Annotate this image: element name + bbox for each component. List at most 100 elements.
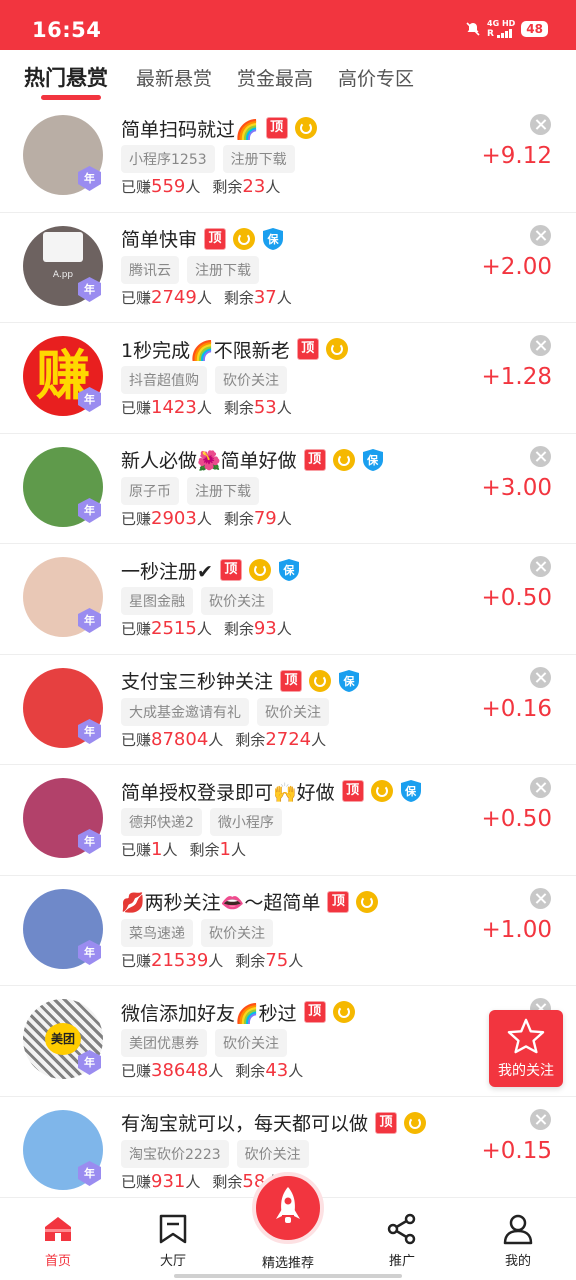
task-tag: 砍价关注 (236, 1139, 309, 1168)
dismiss-close-icon[interactable] (530, 224, 551, 246)
year-badge-icon: 年 (76, 497, 103, 524)
dismiss-close-icon[interactable] (530, 887, 551, 909)
share-icon (387, 1213, 416, 1245)
remaining-unit: 人 (276, 288, 292, 307)
task-tag: 注册下载 (187, 255, 259, 284)
remaining-count: 93 (253, 618, 277, 639)
task-stats: 已赚2515人 剩余93人 (121, 618, 292, 639)
task-title: 简单快审 (121, 229, 198, 251)
dismiss-close-icon[interactable] (530, 556, 551, 577)
task-tags: 原子币 注册下载 (121, 476, 259, 505)
earned-prefix: 已赚 (121, 951, 152, 970)
task-title-line: 1秒完成🌈不限新老顶 (121, 335, 348, 363)
active-tab-indicator (41, 95, 101, 100)
my-follow-button[interactable]: 我的关注 (489, 1010, 563, 1087)
earned-unit: 人 (185, 1172, 201, 1191)
remaining-prefix: 剩余 (235, 951, 266, 970)
roaming-label: R (487, 29, 494, 39)
task-tags: 德邦快递2 微小程序 (121, 808, 282, 836)
task-row[interactable]: 年简单授权登录即可🙌好做顶保德邦快递2 微小程序 已赚1人 剩余1人 +0.50 (0, 765, 576, 876)
tabbar-promote-label: 推广 (388, 1254, 415, 1269)
tabbar-mine[interactable]: 我的 (478, 1212, 558, 1269)
earned-unit: 人 (196, 288, 212, 307)
remaining-count: 79 (253, 507, 277, 529)
coin-icon (248, 559, 271, 581)
task-tag: 淘宝砍价2223 (121, 1139, 229, 1168)
dismiss-close-icon[interactable] (530, 777, 551, 798)
tabbar-hall[interactable]: 大厅 (133, 1212, 213, 1269)
task-row[interactable]: 年新人必做🌺简单好做顶保原子币 注册下载 已赚2903人 剩余79人 +3.00 (0, 434, 576, 544)
task-tag: 美团优惠券 (121, 1029, 207, 1057)
earned-prefix: 已赚 (121, 178, 152, 196)
task-tags: 淘宝砍价2223 砍价关注 (121, 1139, 309, 1168)
guarantee-shield-icon: 保 (362, 448, 384, 472)
task-tags: 美团优惠券 砍价关注 (121, 1029, 287, 1057)
tab-high-price-zone[interactable]: 高价专区 (338, 64, 414, 91)
guarantee-badge-label: 保 (405, 785, 417, 798)
tab-highest-rewards[interactable]: 赏金最高 (237, 64, 313, 91)
signal-icon (496, 28, 512, 38)
earned-unit: 人 (185, 178, 201, 196)
year-badge-label: 年 (84, 282, 95, 296)
task-tag: 砍价关注 (201, 918, 273, 947)
task-title: 💋两秒关注👄～超简单 (121, 892, 321, 914)
remaining-count: 1 (219, 839, 231, 860)
task-title: 简单授权登录即可🙌好做 (121, 781, 335, 804)
reward-amount: +0.50 (481, 806, 552, 832)
earned-count: 2749 (151, 286, 197, 308)
featured-recommend-label: 精选推荐 (261, 1256, 314, 1271)
dismiss-close-icon[interactable] (530, 335, 551, 356)
task-title: 有淘宝就可以，每天都可以做 (121, 1113, 369, 1135)
user-icon (503, 1214, 533, 1245)
year-badge-label: 年 (84, 614, 95, 627)
year-badge-icon: 年 (76, 1160, 103, 1187)
guarantee-badge-label: 保 (343, 674, 355, 688)
tab-hot-rewards[interactable]: 热门悬赏 (24, 62, 108, 92)
dismiss-close-icon[interactable] (530, 1108, 551, 1130)
task-tag: 原子币 (121, 476, 179, 505)
reward-amount: +1.00 (481, 916, 552, 943)
earned-prefix: 已赚 (121, 1062, 152, 1080)
dismiss-close-icon[interactable] (530, 114, 551, 135)
task-row[interactable]: 赚年 1秒完成🌈不限新老顶抖音超值购 砍价关注 已赚1423人 剩余53人 +1.28 (0, 323, 576, 434)
task-row[interactable]: 年 💋两秒关注👄～超简单顶菜鸟速递 砍价关注 已赚21539人 剩余75人 +1.00 (0, 876, 576, 986)
coin-icon (370, 780, 393, 802)
task-row[interactable]: 年一秒注册✔ 顶保星图金融 砍价关注 已赚2515人 剩余93人 +0.50 (0, 544, 576, 655)
featured-recommend-button[interactable] (252, 1172, 324, 1244)
remaining-count: 75 (265, 949, 289, 971)
task-stats: 已赚21539人 剩余75人 (121, 950, 303, 971)
task-row[interactable]: A.pp 年简单快审顶保腾讯云 注册下载 已赚2749人 剩余37人 +2.00 (0, 213, 576, 323)
task-row[interactable]: 年支付宝三秒钟关注顶保大成基金邀请有礼 砍价关注 已赚87804人 剩余2724人 +0… (0, 655, 576, 765)
rocket-icon (276, 1187, 300, 1223)
task-stats: 已赚2749人 剩余37人 (121, 287, 292, 308)
task-title: 一秒注册✔ (121, 560, 213, 583)
reward-amount: +3.00 (481, 474, 552, 501)
task-tag: 星图金融 (121, 587, 193, 615)
earned-count: 87804 (151, 728, 209, 750)
coin-icon (332, 448, 355, 471)
year-badge-label: 年 (84, 945, 95, 959)
dismiss-close-icon[interactable] (530, 666, 551, 688)
remaining-prefix: 剩余 (189, 841, 220, 859)
remaining-prefix: 剩余 (212, 178, 243, 196)
earned-prefix: 已赚 (121, 620, 152, 638)
top-badge: 顶 (280, 669, 303, 692)
year-badge-icon: 年 (76, 1049, 103, 1076)
year-badge-icon: 年 (76, 718, 103, 745)
tab-latest-rewards[interactable]: 最新悬赏 (136, 64, 212, 91)
tabbar-home[interactable]: 首页 (18, 1212, 98, 1269)
earned-count: 1 (151, 839, 163, 860)
task-tags: 小程序1253 注册下载 (121, 145, 295, 173)
guarantee-badge-label: 保 (283, 564, 295, 577)
dismiss-close-icon[interactable] (530, 445, 551, 467)
coin-icon (309, 669, 332, 692)
task-tag: 注册下载 (222, 145, 295, 173)
tabbar-promote[interactable]: 推广 (362, 1212, 442, 1269)
task-row[interactable]: 年简单扫码就过🌈 顶小程序1253 注册下载 已赚559人 剩余23人 +9.12 (0, 102, 576, 213)
task-tags: 大成基金邀请有礼 砍价关注 (121, 697, 329, 726)
year-badge-icon: 年 (76, 607, 103, 634)
task-tag: 砍价关注 (215, 366, 287, 394)
task-stats: 已赚1人 剩余1人 (121, 839, 246, 860)
guarantee-shield-icon: 保 (262, 227, 284, 251)
remaining-unit: 人 (288, 1062, 304, 1080)
